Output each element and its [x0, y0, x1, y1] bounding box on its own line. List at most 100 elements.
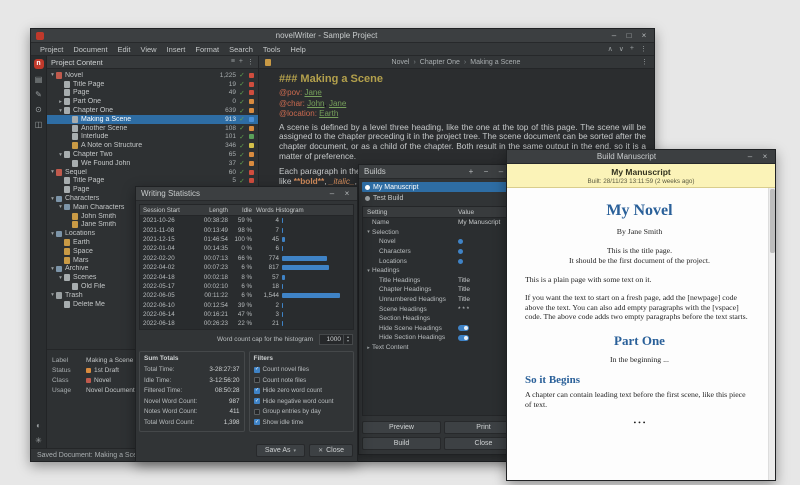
tree-item[interactable]: ▾Novel1,225✓ — [47, 71, 258, 80]
settings-icon[interactable]: ✳ — [35, 437, 42, 445]
expand-icon[interactable]: ▾ — [57, 275, 64, 281]
menu-insert[interactable]: Insert — [162, 45, 191, 54]
keyword-value[interactable]: John — [307, 99, 324, 108]
histogram-cap-spinner[interactable]: 1000 ▴▾ — [319, 334, 353, 345]
session-row[interactable]: 2022-04-1800:02:188 %57 — [140, 272, 353, 281]
tree-item[interactable]: Page49✓ — [47, 89, 258, 98]
build-setting-row[interactable]: Unnumbered HeadingsTitle — [363, 295, 522, 305]
build-setting-row[interactable]: Characters — [363, 247, 522, 257]
project-view-icon[interactable]: ▤ — [35, 76, 43, 84]
spin-down-icon[interactable]: ▾ — [344, 339, 352, 344]
breadcrumb-item[interactable]: Novel — [392, 59, 410, 66]
build-setting-row[interactable]: Title HeadingsTitle — [363, 276, 522, 286]
close-icon[interactable]: × — [639, 31, 649, 41]
build-setting-row[interactable]: ▾Selection — [363, 228, 522, 238]
tree-item[interactable]: ▾Chapter One639✓ — [47, 106, 258, 115]
tree-item[interactable]: We Found John37✓ — [47, 159, 258, 168]
checkbox[interactable] — [254, 409, 260, 415]
build-setting-row[interactable]: Novel — [363, 237, 522, 247]
tree-item[interactable]: ▸Part One0✓ — [47, 97, 258, 106]
breadcrumb-item[interactable]: Chapter One — [420, 59, 460, 66]
expand-icon[interactable]: ▾ — [49, 292, 56, 298]
expand-icon[interactable]: ▾ — [57, 204, 64, 210]
session-row[interactable]: 2022-02-2000:07:1366 %774 — [140, 254, 353, 263]
close-icon[interactable]: × — [342, 189, 352, 199]
maximize-icon[interactable]: □ — [624, 31, 634, 41]
checkbox[interactable] — [254, 419, 260, 425]
move-up-icon[interactable]: ∧ — [608, 45, 613, 53]
build-setting-row[interactable]: ▸Text Content — [363, 343, 522, 353]
minimize-icon[interactable]: – — [327, 189, 337, 199]
keyword-value[interactable]: Jane — [329, 99, 346, 108]
expand-icon[interactable]: ▾ — [57, 152, 64, 158]
menu-project[interactable]: Project — [35, 45, 68, 54]
checkbox[interactable] — [254, 388, 260, 394]
menu-view[interactable]: View — [135, 45, 161, 54]
toggle-switch[interactable] — [458, 325, 469, 331]
toggle-switch[interactable] — [458, 335, 469, 341]
editor-menu-icon[interactable]: ⋮ — [641, 58, 648, 66]
session-row[interactable]: 2022-06-1000:12:5439 %2 — [140, 301, 353, 310]
column-header[interactable]: Idle — [228, 207, 254, 214]
builds-titlebar[interactable]: Builds + − – × — [359, 165, 526, 179]
session-row[interactable]: 2022-04-0200:07:236 %817 — [140, 263, 353, 272]
session-row[interactable]: 2022-06-1800:26:2322 %21 — [140, 319, 353, 328]
add-item-icon[interactable]: + — [239, 58, 243, 66]
session-row[interactable]: 2022-06-0500:11:226 %1,544 — [140, 291, 353, 300]
menu-search[interactable]: Search — [224, 45, 258, 54]
build-manuscript-window[interactable]: Build Manuscript – × My Manuscript Built… — [506, 149, 776, 481]
spinner-arrows[interactable]: ▴▾ — [343, 335, 352, 344]
close-button[interactable]: ✕ Close — [309, 444, 353, 457]
expand-icon[interactable]: ▾ — [365, 229, 372, 235]
more-icon[interactable]: ⋮ — [640, 45, 647, 53]
session-row[interactable]: 2022-05-1700:02:106 %18 — [140, 282, 353, 291]
column-header[interactable]: Words Histogram — [254, 207, 353, 214]
tree-item[interactable]: ▾Chapter Two65✓ — [47, 150, 258, 159]
close-icon[interactable]: × — [760, 152, 770, 162]
included-dot-icon[interactable] — [458, 239, 463, 244]
expand-icon[interactable]: ▾ — [57, 108, 64, 114]
tree-item[interactable]: Title Page19✓ — [47, 80, 258, 89]
scrollbar-thumb[interactable] — [770, 189, 775, 253]
menu-tools[interactable]: Tools — [258, 45, 286, 54]
menu-edit[interactable]: Edit — [113, 45, 136, 54]
session-row[interactable]: 2021-11-0800:13:4998 %7 — [140, 225, 353, 234]
menu-help[interactable]: Help — [285, 45, 310, 54]
preview-titlebar[interactable]: Build Manuscript – × — [507, 150, 775, 164]
expand-icon[interactable]: ▾ — [49, 72, 56, 78]
move-down-icon[interactable]: ∨ — [619, 45, 624, 53]
minimize-icon[interactable]: – — [745, 152, 755, 162]
scrollbar[interactable] — [768, 188, 775, 480]
build-setting-row[interactable]: Hide Section Headings — [363, 333, 522, 343]
tree-item[interactable]: ▾Sequel60✓ — [47, 168, 258, 177]
filter-row[interactable]: Count novel files — [254, 365, 350, 376]
included-dot-icon[interactable] — [458, 249, 463, 254]
column-header-setting[interactable]: Setting — [363, 209, 458, 216]
writing-statistics-window[interactable]: Writing Statistics – × Session StartLeng… — [135, 186, 358, 462]
menu-format[interactable]: Format — [190, 45, 224, 54]
session-row[interactable]: 2021-12-1501:46:54100 %45 — [140, 235, 353, 244]
filter-row[interactable]: Show idle time — [254, 417, 350, 428]
build-setting-row[interactable]: Hide Scene Headings — [363, 324, 522, 334]
preview-button[interactable]: Preview — [362, 421, 441, 434]
expand-icon[interactable]: ▸ — [365, 345, 372, 351]
build-setting-row[interactable]: Chapter HeadingsTitle — [363, 285, 522, 295]
build-button[interactable]: Build — [362, 437, 441, 450]
build-list-item[interactable]: Test Build — [362, 193, 523, 203]
filter-row[interactable]: Count note files — [254, 375, 350, 386]
session-row[interactable]: 2022-06-1400:16:2147 %3 — [140, 310, 353, 319]
filter-row[interactable]: Group entries by day — [254, 407, 350, 418]
build-list-item[interactable]: My Manuscript — [362, 182, 523, 192]
tree-item[interactable]: A Note on Structure346✓ — [47, 141, 258, 150]
add-build-icon[interactable]: + — [466, 167, 476, 177]
session-row[interactable]: 2022-01-0400:14:350 %6 — [140, 244, 353, 253]
filter-row[interactable]: Hide negative word count — [254, 396, 350, 407]
app-logo-icon[interactable]: n — [34, 59, 44, 69]
column-header[interactable]: Length — [190, 207, 228, 214]
session-row[interactable]: 2021-10-2600:38:2859 %4 — [140, 216, 353, 225]
keyword-value[interactable]: Earth — [319, 109, 338, 118]
column-header[interactable]: Session Start — [140, 207, 190, 214]
expand-icon[interactable]: ▸ — [57, 99, 64, 105]
menu-document[interactable]: Document — [68, 45, 112, 54]
build-setting-row[interactable]: Scene Headings* * * — [363, 304, 522, 314]
